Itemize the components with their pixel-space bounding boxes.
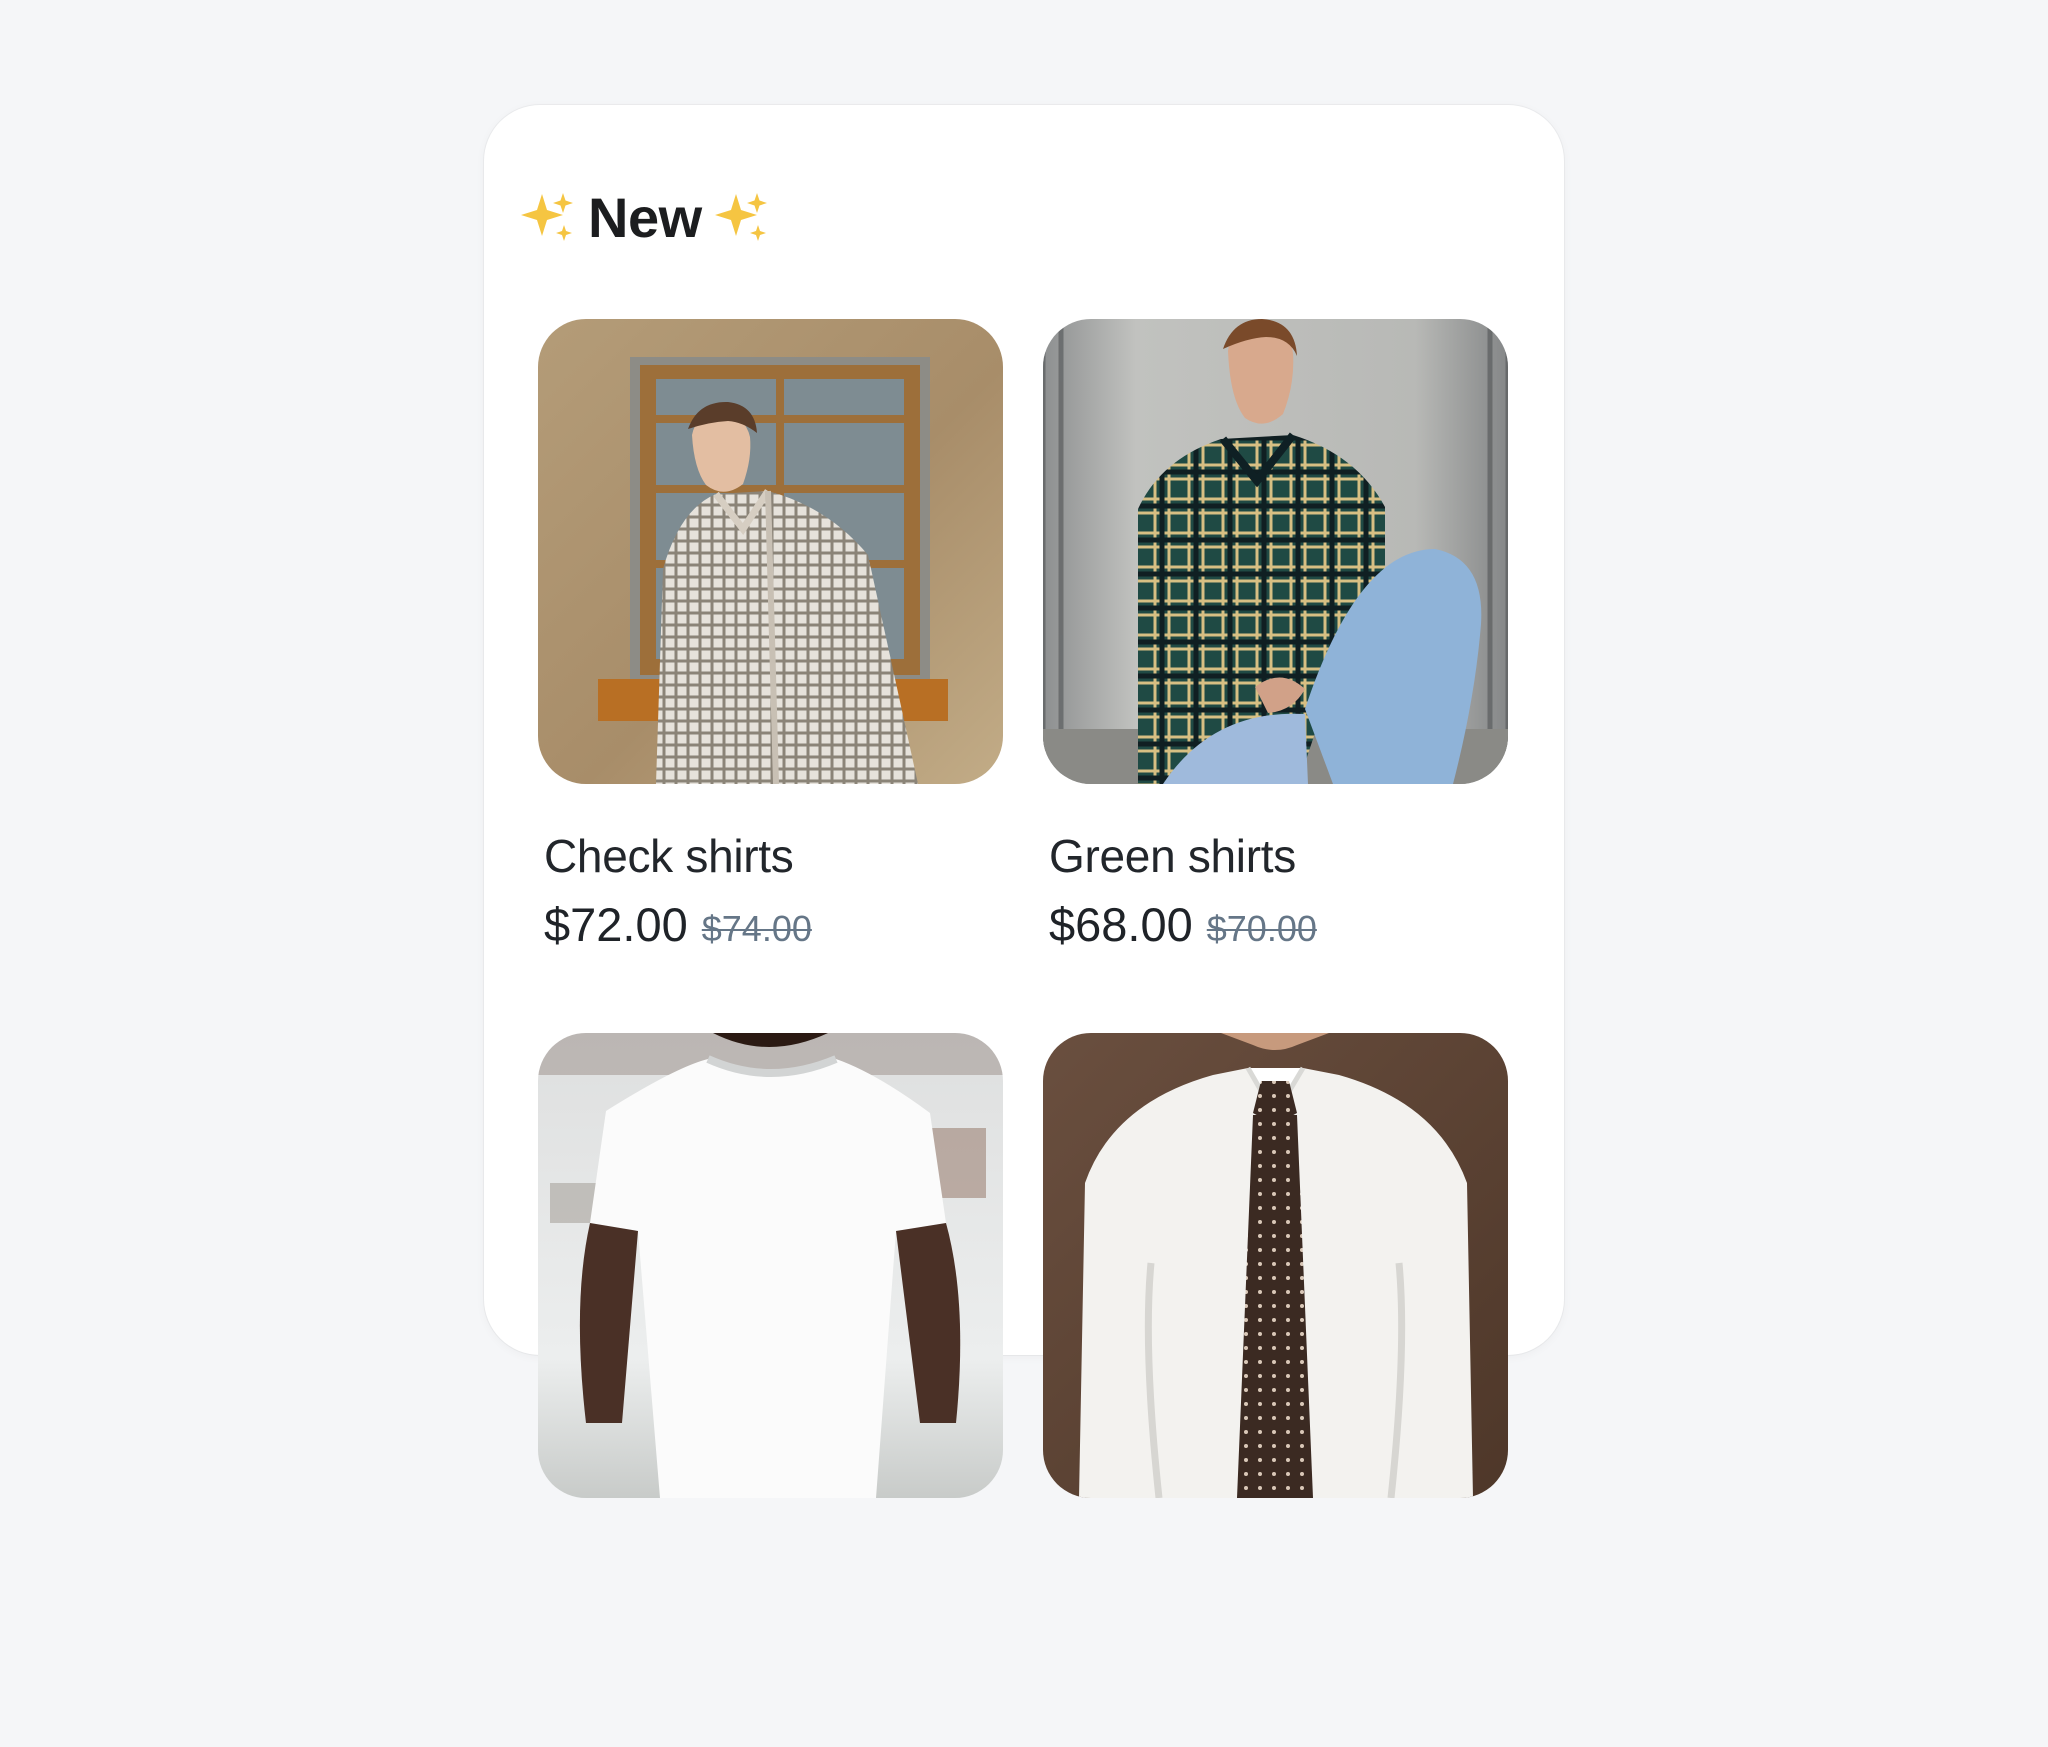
price-row: $68.00 $70.00 xyxy=(1049,897,1317,952)
original-price: $74.00 xyxy=(701,908,812,949)
product-card-green-shirts[interactable]: Green shirts $68.00 $70.00 xyxy=(1043,319,1508,1033)
white-dress-shirt-tie-photo[interactable] xyxy=(1043,1033,1508,1498)
new-products-panel: New Check shirts $72.00 $74.00 Green shi… xyxy=(484,105,1564,1498)
white-tshirt-photo[interactable] xyxy=(538,1033,1003,1498)
sparkles-icon xyxy=(520,190,576,246)
sparkles-icon xyxy=(714,190,770,246)
price-row: $72.00 $74.00 xyxy=(544,897,812,952)
product-name[interactable]: Check shirts xyxy=(544,829,794,883)
section-heading: New xyxy=(520,185,770,250)
section-title: New xyxy=(588,186,702,249)
product-card-white-tshirt[interactable] xyxy=(538,1033,1003,1747)
green-shirt-photo[interactable] xyxy=(1043,319,1508,784)
product-grid: Check shirts $72.00 $74.00 Green shirts … xyxy=(538,319,1508,1747)
product-name[interactable]: Green shirts xyxy=(1049,829,1296,883)
check-shirt-photo[interactable] xyxy=(538,319,1003,784)
product-card-check-shirts[interactable]: Check shirts $72.00 $74.00 xyxy=(538,319,1003,1033)
current-price: $68.00 xyxy=(1049,898,1193,951)
original-price: $70.00 xyxy=(1206,908,1317,949)
product-card-dress-shirt[interactable] xyxy=(1043,1033,1508,1747)
current-price: $72.00 xyxy=(544,898,688,951)
